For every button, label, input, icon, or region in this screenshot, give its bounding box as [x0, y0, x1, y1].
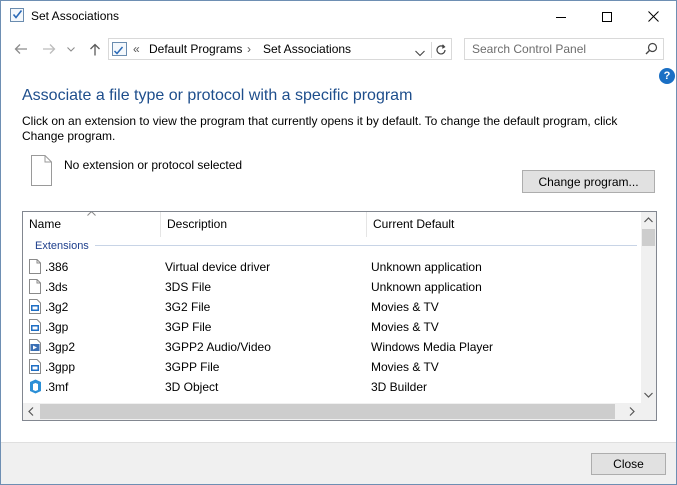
page-description: Click on an extension to view the progra…	[22, 114, 618, 143]
vertical-scrollbar[interactable]	[641, 212, 656, 403]
control-panel-icon	[112, 42, 127, 56]
video-file-icon	[29, 359, 41, 377]
scrollbar-corner	[641, 403, 656, 420]
breadcrumb-overflow[interactable]: «	[133, 42, 140, 56]
back-arrow-icon	[14, 44, 27, 54]
column-header-description[interactable]: Description	[160, 212, 366, 237]
forward-arrow-icon	[43, 44, 56, 54]
extension-current-default: 3D Builder	[371, 380, 428, 394]
help-button[interactable]: ?	[659, 68, 675, 84]
up-button[interactable]	[87, 41, 103, 57]
close-icon	[647, 11, 659, 22]
breadcrumb-default-programs[interactable]: Default Programs	[149, 42, 242, 56]
forward-button[interactable]	[41, 41, 57, 57]
change-program-button[interactable]: Change program...	[522, 170, 655, 193]
vertical-scroll-thumb[interactable]	[642, 229, 655, 246]
scroll-up-icon[interactable]	[644, 217, 653, 223]
close-button[interactable]: Close	[591, 453, 666, 475]
table-row[interactable]: .3mf 3D Object 3D Builder	[23, 377, 641, 397]
3d-builder-icon	[29, 379, 42, 397]
maximize-button[interactable]	[584, 1, 630, 32]
table-row[interactable]: .386 Virtual device driver Unknown applica…	[23, 257, 641, 277]
blank-file-icon	[29, 259, 41, 277]
address-bar[interactable]: « Default Programs › Set Associations	[108, 38, 452, 60]
back-button[interactable]	[13, 41, 29, 57]
extension-description: 3D Object	[165, 380, 219, 394]
address-dropdown-button[interactable]	[415, 44, 425, 62]
blank-file-icon	[29, 279, 41, 297]
extension-name: .3g2	[45, 300, 69, 314]
scroll-down-icon[interactable]	[644, 392, 653, 398]
extension-description: 3DS File	[165, 280, 212, 294]
set-associations-window: Set Associations « Default Programs › Se…	[0, 0, 677, 485]
table-row[interactable]: .3gpp 3GPP File Movies & TV	[23, 357, 641, 377]
selected-extension-text: No extension or protocol selected	[64, 158, 243, 172]
video-file-icon	[29, 299, 41, 317]
extension-name: .3gp2	[45, 340, 76, 354]
extension-description: 3GPP File	[165, 360, 220, 374]
page-heading: Associate a file type or protocol with a…	[22, 87, 413, 104]
table-row[interactable]: .3gp 3GP File Movies & TV	[23, 317, 641, 337]
extension-name: .386	[45, 260, 69, 274]
extension-name: .3ds	[45, 280, 68, 294]
media-file-icon	[29, 339, 41, 357]
scroll-right-icon[interactable]	[629, 407, 635, 416]
group-header-extensions[interactable]: Extensions	[35, 240, 89, 252]
breadcrumb-set-associations[interactable]: Set Associations	[263, 42, 351, 56]
associations-list: Name Description Current Default Extensi…	[22, 211, 657, 421]
blank-file-icon	[31, 155, 52, 186]
extension-current-default: Unknown application	[371, 260, 482, 274]
extension-current-default: Movies & TV	[371, 360, 439, 374]
scroll-left-icon[interactable]	[28, 407, 34, 416]
extension-current-default: Unknown application	[371, 280, 482, 294]
video-file-icon	[29, 319, 41, 337]
extension-description: Virtual device driver	[165, 260, 271, 274]
breadcrumb-separator[interactable]: ›	[247, 42, 251, 56]
table-row[interactable]: .3gp2 3GPP2 Audio/Video Windows Media Play…	[23, 337, 641, 357]
group-divider	[95, 245, 637, 246]
table-row[interactable]: .3g2 3G2 File Movies & TV	[23, 297, 641, 317]
chevron-down-icon	[415, 50, 425, 57]
refresh-button[interactable]	[431, 42, 450, 58]
minimize-button[interactable]	[538, 1, 584, 32]
window-title: Set Associations	[31, 9, 120, 23]
extension-name: .3gpp	[45, 360, 76, 374]
maximize-icon	[602, 11, 612, 22]
extension-name: .3mf	[45, 380, 69, 394]
extension-current-default: Movies & TV	[371, 300, 439, 314]
extension-current-default: Movies & TV	[371, 320, 439, 334]
extension-description: 3G2 File	[165, 300, 211, 314]
search-placeholder[interactable]: Search Control Panel	[472, 42, 586, 56]
footer-bar: Close	[1, 442, 676, 484]
up-arrow-icon	[90, 43, 100, 55]
search-box[interactable]: Search Control Panel	[464, 38, 664, 60]
column-current-default-label: Current Default	[373, 217, 455, 231]
extension-description: 3GP File	[165, 320, 212, 334]
column-header-name[interactable]: Name	[23, 212, 160, 237]
control-panel-icon	[10, 8, 24, 22]
horizontal-scroll-thumb[interactable]	[40, 404, 615, 419]
horizontal-scrollbar[interactable]	[23, 403, 641, 420]
sort-ascending-icon	[87, 212, 96, 216]
minimize-icon	[556, 16, 566, 18]
extension-description: 3GPP2 Audio/Video	[165, 340, 271, 354]
refresh-icon	[436, 44, 446, 55]
chevron-down-icon	[67, 46, 75, 52]
search-icon[interactable]	[645, 42, 658, 55]
column-description-label: Description	[167, 217, 228, 231]
column-header-current-default[interactable]: Current Default	[366, 212, 641, 237]
close-window-button[interactable]	[630, 1, 676, 32]
recent-locations-button[interactable]	[65, 41, 77, 57]
extension-name: .3gp	[45, 320, 69, 334]
title-bar[interactable]: Set Associations	[1, 1, 676, 32]
column-name-label: Name	[29, 217, 62, 231]
table-row[interactable]: .3ds 3DS File Unknown application	[23, 277, 641, 297]
extension-current-default: Windows Media Player	[371, 340, 494, 354]
navigation-bar: « Default Programs › Set Associations Se…	[1, 32, 676, 66]
